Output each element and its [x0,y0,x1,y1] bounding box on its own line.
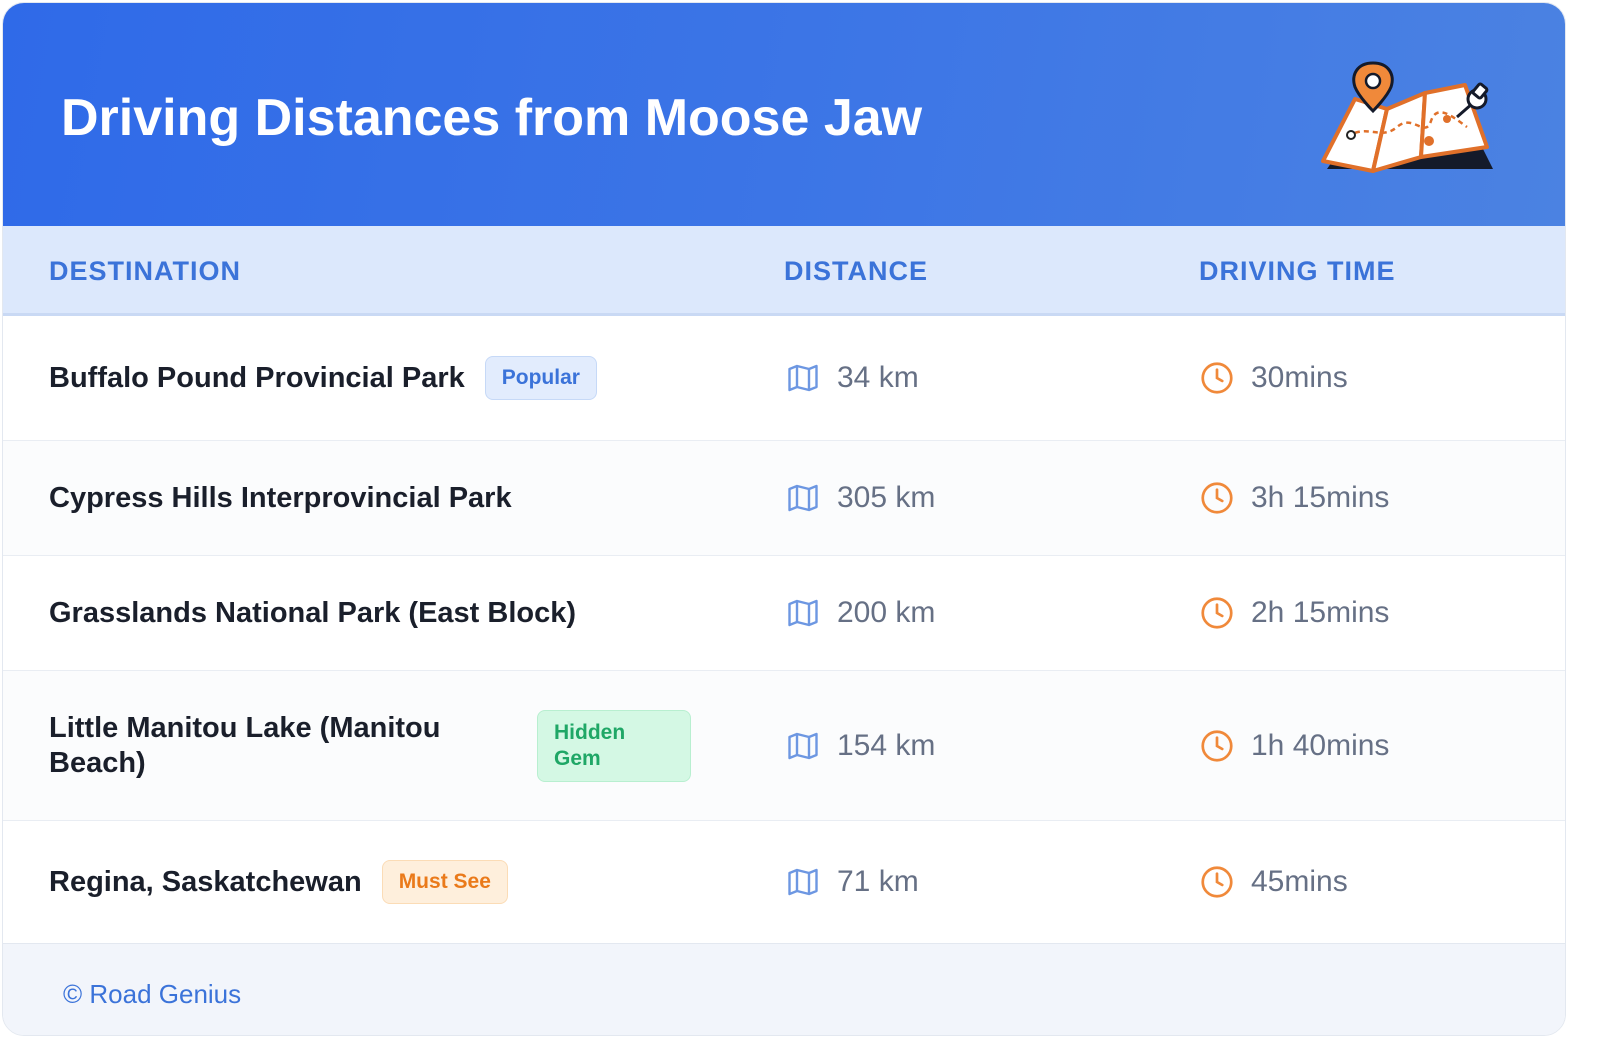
footer-credit: © Road Genius [63,979,242,1009]
distance-value: 200 km [837,596,936,629]
destination-name: Grasslands National Park (East Block) [49,596,577,629]
table-row: Grasslands National Park (East Block) 20… [3,556,1565,671]
clock-icon [1201,597,1233,629]
table-row: Regina, Saskatchewan Must See 71 km 45mi… [3,821,1565,943]
destination-cell: Cypress Hills Interprovincial Park [49,441,699,555]
table-row: Cypress Hills Interprovincial Park 305 k… [3,441,1565,556]
popular-badge: Popular [484,356,597,400]
destination-cell: Little Manitou Lake (Manitou Beach) Hidd… [49,671,699,820]
card-footer: © Road Genius [3,943,1565,1035]
distance-cell: 200 km [785,556,935,670]
destination-name: Cypress Hills Interprovincial Park [49,481,512,514]
distance-cell: 34 km [785,316,919,440]
destination-name: Regina, Saskatchewan [49,865,362,898]
time-cell: 2h 15mins [1199,556,1389,670]
driving-time-value: 2h 15mins [1251,596,1390,629]
distance-value: 305 km [837,481,936,514]
distance-value: 34 km [837,361,919,394]
folded-map-with-pins-icon [1321,61,1493,173]
destination-name: Buffalo Pound Provincial Park [49,361,465,394]
column-header-destination: DESTINATION [49,256,241,286]
map-icon [788,868,818,896]
time-cell: 45mins [1199,821,1348,943]
destination-cell: Grasslands National Park (East Block) [49,556,699,670]
map-icon [788,364,818,392]
table-header: DESTINATION DISTANCE DRIVING TIME [3,226,1565,316]
table-row: Buffalo Pound Provincial Park Popular 34… [3,316,1565,441]
destination-cell: Buffalo Pound Provincial Park Popular [49,316,699,440]
must-see-badge: Must See [381,860,508,904]
distance-cell: 305 km [785,441,935,555]
distance-cell: 154 km [785,671,935,820]
destination-cell: Regina, Saskatchewan Must See [49,821,699,943]
driving-time-value: 30mins [1251,361,1348,394]
distance-value: 154 km [837,728,936,762]
driving-time-value: 45mins [1251,865,1348,898]
map-icon [788,732,818,759]
distance-cell: 71 km [785,821,919,943]
column-header-distance: DISTANCE [784,256,929,286]
distance-card: Driving Distances from Moose Jaw DESTINA… [2,2,1566,1036]
clock-icon [1201,482,1233,514]
time-cell: 1h 40mins [1199,671,1389,820]
time-cell: 3h 15mins [1199,441,1389,555]
clock-icon [1201,362,1233,394]
column-header-driving-time: DRIVING TIME [1199,256,1396,286]
map-icon [788,599,818,627]
map-icon [788,484,818,512]
clock-icon [1201,729,1233,762]
destination-name: Little Manitou Lake (Manitou Beach) [49,711,441,779]
card-header: Driving Distances from Moose Jaw [3,3,1565,226]
driving-time-value: 3h 15mins [1251,481,1390,514]
clock-icon [1201,866,1233,898]
distance-value: 71 km [837,865,919,898]
hidden-gem-badge: Hidden Gem [537,709,691,782]
page-title: Driving Distances from Moose Jaw [61,89,923,147]
time-cell: 30mins [1199,316,1348,440]
driving-time-value: 1h 40mins [1251,728,1390,762]
table-row: Little Manitou Lake (Manitou Beach) Hidd… [3,671,1565,821]
